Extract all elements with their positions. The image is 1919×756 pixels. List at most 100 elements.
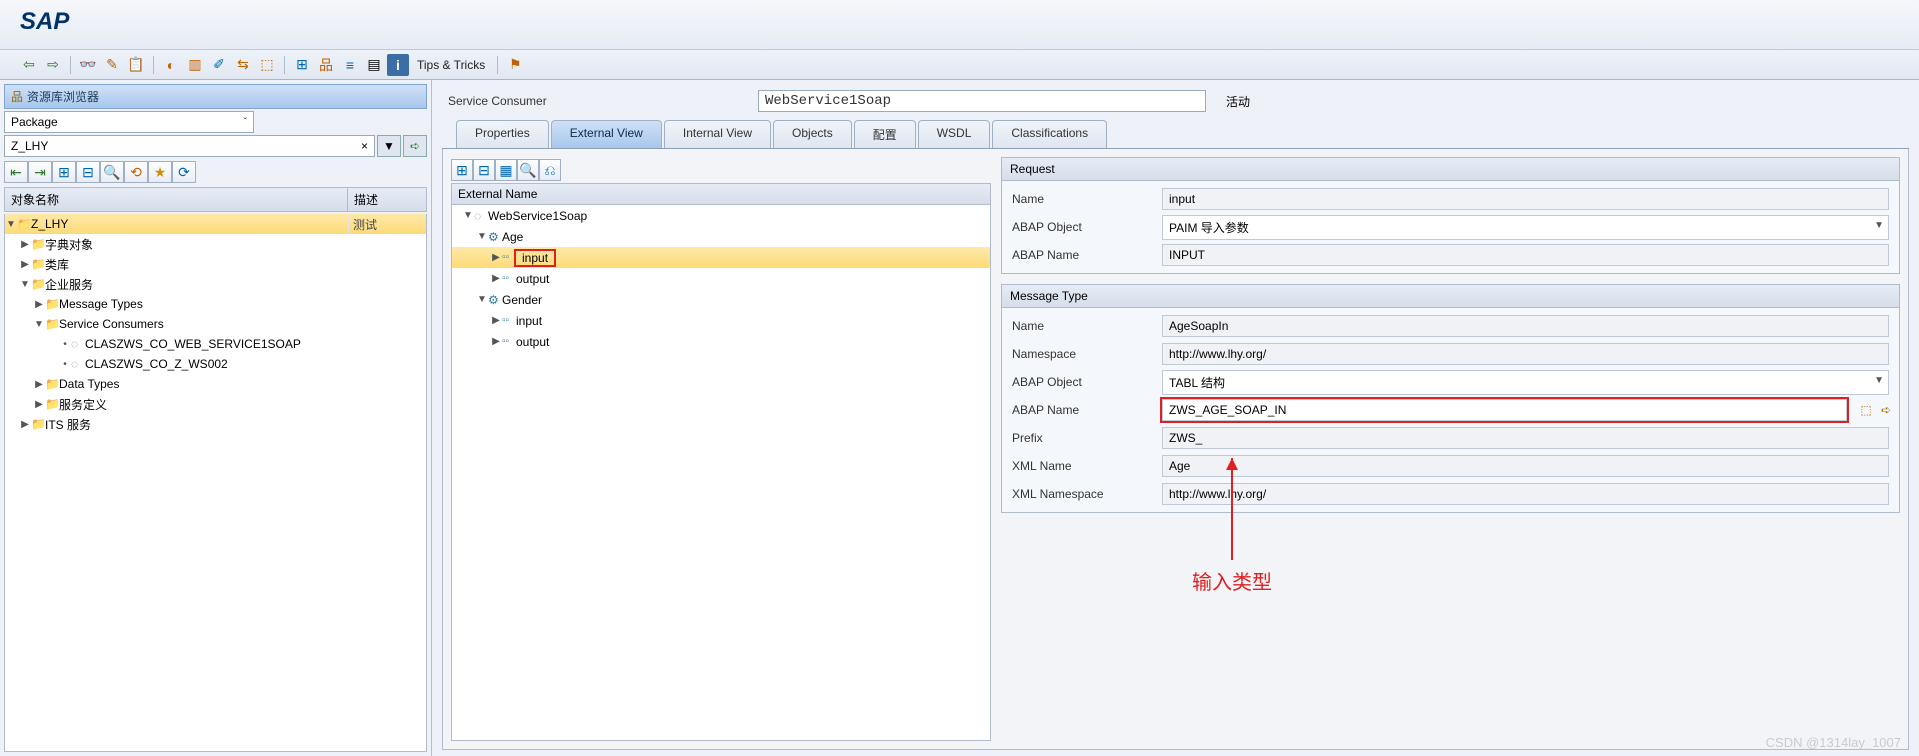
tree-node-svcdef[interactable]: ▶📁服务定义 — [5, 394, 426, 414]
external-tree-panel: ⊞ ⊟ ▦ 🔍 ⎌ External Name ▼◌WebService1Soa… — [451, 157, 991, 741]
collapse-icon[interactable]: ⊟ — [76, 161, 100, 183]
favorite-icon[interactable]: ★ — [148, 161, 172, 183]
req-name-label: Name — [1002, 192, 1162, 206]
tab-strip: Properties External View Internal View O… — [442, 120, 1909, 149]
repository-browser: 品 资源库浏览器 Packageˇ Z_LHY × ▼ ➪ ⇤ ⇥ ⊞ ⊟ 🔍 … — [0, 80, 432, 756]
mt-prefix-label: Prefix — [1002, 431, 1162, 445]
refresh-tree-icon[interactable]: ⟲ — [124, 161, 148, 183]
ext-node-gender-output[interactable]: ▶▫▫output — [452, 331, 990, 352]
ext-node-root[interactable]: ▼◌WebService1Soap — [452, 205, 990, 226]
pie-icon[interactable]: ◐ — [160, 54, 182, 76]
collapse-all-icon[interactable]: ⊟ — [473, 159, 495, 181]
package-type-dropdown[interactable]: Packageˇ — [4, 111, 254, 133]
tips-link[interactable]: Tips & Tricks — [411, 58, 491, 72]
col-description[interactable]: 描述 — [348, 188, 426, 211]
req-abapobj-dropdown[interactable]: PAIM 导入参数▼ — [1162, 215, 1889, 240]
list2-icon[interactable]: 品 — [315, 54, 337, 76]
watermark: CSDN @1314lay_1007 — [1766, 735, 1901, 750]
ext-node-age[interactable]: ▼⚙Age — [452, 226, 990, 247]
expand-all-icon[interactable]: ⊞ — [451, 159, 473, 181]
tab-internal-view[interactable]: Internal View — [664, 120, 771, 148]
back-icon[interactable]: ⇦ — [18, 54, 40, 76]
col-object-name[interactable]: 对象名称 — [5, 188, 348, 211]
find2-icon[interactable]: 🔍 — [517, 159, 539, 181]
tree-node-its[interactable]: ▶📁ITS 服务 — [5, 414, 426, 434]
message-type-panel: Message Type NameAgeSoapIn Namespacehttp… — [1001, 284, 1900, 513]
expand-icon[interactable]: ⊞ — [52, 161, 76, 183]
tree-node-service-consumers[interactable]: ▼📁Service Consumers — [5, 314, 426, 334]
browser-title: 品 资源库浏览器 — [4, 84, 427, 109]
tree2-icon[interactable]: ⬚ — [256, 54, 278, 76]
tree-node-msgtypes[interactable]: ▶📁Message Types — [5, 294, 426, 314]
chevron-down-icon: ▼ — [1874, 220, 1884, 231]
main-toolbar: ⇦ ⇨ 👓 ✎ 📋 ◐ ▥ ✐ ⇆ ⬚ ⊞ 品 ≡ ▤ i Tips & Tri… — [0, 50, 1919, 80]
app-title: SAP — [20, 8, 69, 35]
brush-icon[interactable]: ✐ — [208, 54, 230, 76]
forward-icon[interactable]: ⇨ — [42, 54, 64, 76]
param-in-icon: ▫▫ — [502, 315, 516, 326]
tab-config[interactable]: 配置 — [854, 120, 916, 148]
external-toolbar: ⊞ ⊟ ▦ 🔍 ⎌ — [451, 157, 991, 183]
doc-icon[interactable]: ▤ — [363, 54, 385, 76]
tab-objects[interactable]: Objects — [773, 120, 852, 148]
wand-icon[interactable]: ✎ — [101, 54, 123, 76]
tree-node-sc1[interactable]: •◌CLASZWS_CO_WEB_SERVICE1SOAP — [5, 334, 426, 354]
tab-wsdl[interactable]: WSDL — [918, 120, 991, 148]
sync-icon[interactable]: ⟳ — [172, 161, 196, 183]
navigate-icon[interactable]: ⬚ — [1857, 401, 1875, 419]
nav-back-icon[interactable]: ⇤ — [4, 161, 28, 183]
mt-abapobj-dropdown[interactable]: TABL 结构▼ — [1162, 370, 1889, 395]
filter-icon[interactable]: ⎌ — [539, 159, 561, 181]
tab-classifications[interactable]: Classifications — [992, 120, 1107, 148]
req-abapobj-label: ABAP Object — [1002, 220, 1162, 234]
req-abapname-label: ABAP Name — [1002, 248, 1162, 262]
mt-xmlname-label: XML Name — [1002, 459, 1162, 473]
nav-fwd-icon[interactable]: ⇥ — [28, 161, 52, 183]
service-consumer-value: WebService1Soap — [758, 90, 1206, 112]
external-tree[interactable]: ▼◌WebService1Soap ▼⚙Age ▶▫▫input ▶▫▫outp… — [451, 205, 991, 741]
info-icon[interactable]: i — [387, 54, 409, 76]
tab-external-view[interactable]: External View — [551, 120, 662, 148]
external-view-content: ⊞ ⊟ ▦ 🔍 ⎌ External Name ▼◌WebService1Soa… — [442, 149, 1909, 750]
ext-node-gender-input[interactable]: ▶▫▫input — [452, 310, 990, 331]
clear-icon[interactable]: × — [361, 139, 368, 153]
status-label: 活动 — [1216, 93, 1260, 110]
tree-header: 对象名称 描述 — [4, 187, 427, 212]
mt-ns-value: http://www.lhy.org/ — [1162, 343, 1889, 365]
object-tree[interactable]: ▼📁 Z_LHY 测试 ▶📁字典对象 ▶📁类库 ▼📁企业服务 ▶📁Message… — [4, 214, 427, 752]
tree-node-datatypes[interactable]: ▶📁Data Types — [5, 374, 426, 394]
list3-icon[interactable]: ≡ — [339, 54, 361, 76]
col-settings-icon[interactable]: ▦ — [495, 159, 517, 181]
tree-node-root[interactable]: ▼📁 Z_LHY 测试 — [5, 214, 426, 234]
detail-panels: Request Nameinput ABAP ObjectPAIM 导入参数▼ … — [1001, 157, 1900, 741]
ext-node-gender[interactable]: ▼⚙Gender — [452, 289, 990, 310]
tree-node-lib[interactable]: ▶📁类库 — [5, 254, 426, 274]
flag-icon[interactable]: ⚑ — [504, 54, 526, 76]
mt-xmlname-value: Age — [1162, 455, 1889, 477]
tree-node-enterprise[interactable]: ▼📁企业服务 — [5, 274, 426, 294]
copy-icon[interactable]: 📋 — [125, 54, 147, 76]
mt-xmlns-label: XML Namespace — [1002, 487, 1162, 501]
tree-node-dict[interactable]: ▶📁字典对象 — [5, 234, 426, 254]
tree1-icon[interactable]: ⇆ — [232, 54, 254, 76]
tab-properties[interactable]: Properties — [456, 120, 549, 148]
msgtype-title: Message Type — [1002, 285, 1899, 308]
tree-node-sc2[interactable]: •◌CLASZWS_CO_Z_WS002 — [5, 354, 426, 374]
chevron-down-icon: ▼ — [1874, 375, 1884, 386]
title-bar: SAP — [0, 0, 1919, 50]
go-button[interactable]: ➪ — [403, 135, 427, 157]
dropdown-button[interactable]: ▼ — [377, 135, 401, 157]
find-icon[interactable]: 🔍 — [100, 161, 124, 183]
ext-node-input[interactable]: ▶▫▫input — [452, 247, 990, 268]
main-content: Service Consumer WebService1Soap 活动 Prop… — [432, 80, 1919, 756]
param-out-icon: ▫▫ — [502, 336, 516, 347]
glasses-icon[interactable]: 👓 — [77, 54, 99, 76]
mt-abapname-input[interactable]: ZWS_AGE_SOAP_IN — [1162, 399, 1847, 421]
ext-node-output[interactable]: ▶▫▫output — [452, 268, 990, 289]
mt-name-label: Name — [1002, 319, 1162, 333]
mt-prefix-value: ZWS_ — [1162, 427, 1889, 449]
forward-nav-icon[interactable]: ➪ — [1877, 401, 1895, 419]
hierarchy-icon[interactable]: ▥ — [184, 54, 206, 76]
package-name-input[interactable]: Z_LHY × — [4, 135, 375, 157]
list1-icon[interactable]: ⊞ — [291, 54, 313, 76]
